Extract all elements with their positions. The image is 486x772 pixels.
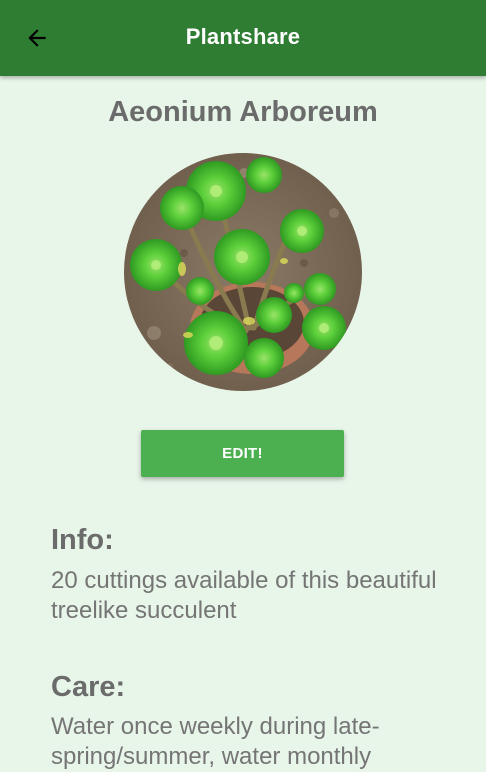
app-bar: Plantshare: [0, 0, 486, 76]
plant-photo: [124, 153, 362, 391]
info-heading: Info:: [51, 524, 114, 556]
plant-name: Aeonium Arboreum: [108, 96, 378, 128]
app-title: Plantshare: [185, 24, 301, 49]
care-heading: Care:: [51, 671, 126, 703]
edit-button[interactable]: EDIT!: [141, 430, 344, 477]
care-text: Water once weekly during late-spring/sum…: [51, 713, 380, 770]
succulent-image: [124, 153, 362, 391]
info-text: 20 cuttings available of this beautiful …: [51, 567, 437, 624]
